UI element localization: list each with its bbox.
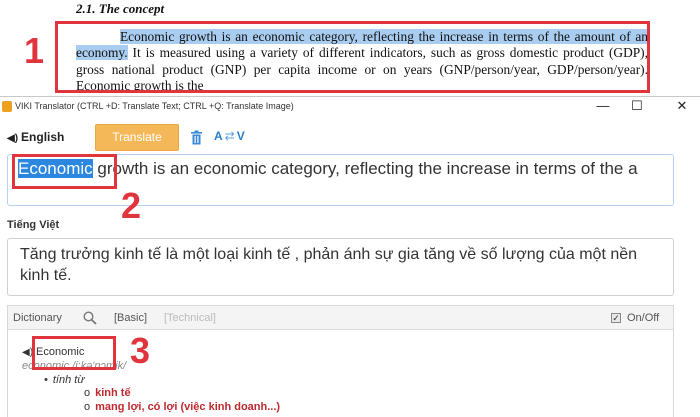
swap-from-label: A bbox=[214, 129, 223, 143]
speaker-icon[interactable]: ◀) bbox=[7, 133, 18, 144]
dictionary-header: Dictionary [Basic] [Technical] ✓ On/Off bbox=[8, 306, 673, 330]
annotation-number-3: 3 bbox=[130, 330, 151, 371]
annotation-number-1: 1 bbox=[24, 30, 45, 71]
title-bar: VIKI Translator (CTRL +D: Translate Text… bbox=[0, 97, 700, 116]
translate-button[interactable]: Translate bbox=[95, 124, 179, 151]
close-button[interactable]: ✕ bbox=[667, 97, 697, 116]
swap-languages-button[interactable]: A ⇄ V bbox=[214, 129, 245, 143]
dictionary-toggle-label: On/Off bbox=[627, 312, 660, 324]
document-heading: 2.1. The concept bbox=[76, 1, 165, 16]
definition-item: o mang lợi, có lợi (việc kinh doanh...) bbox=[84, 401, 281, 413]
source-language-label: English bbox=[21, 130, 65, 144]
translation-output: Tăng trưởng kinh tế là một loại kinh tế … bbox=[7, 238, 674, 296]
tab-basic[interactable]: [Basic] bbox=[114, 312, 147, 324]
source-language-selector[interactable]: ◀) English bbox=[7, 130, 64, 144]
dictionary-toggle-checkbox[interactable]: ✓ bbox=[611, 313, 621, 323]
target-language-label: Tiếng Việt bbox=[7, 219, 60, 231]
definition-item: o kinh tế bbox=[84, 387, 131, 399]
part-of-speech: • tính từ bbox=[44, 374, 85, 386]
annotation-box-1 bbox=[55, 21, 650, 93]
window-title: VIKI Translator (CTRL +D: Translate Text… bbox=[15, 101, 294, 111]
toolbar: ◀) English Translate A ⇄ V bbox=[0, 124, 700, 152]
definition-text: mang lợi, có lợi (việc kinh doanh...) bbox=[95, 401, 281, 413]
definition-text: kinh tế bbox=[95, 387, 131, 399]
dictionary-title: Dictionary bbox=[13, 312, 62, 324]
source-text: growth is an economic category, reflecti… bbox=[92, 159, 638, 178]
trash-icon[interactable] bbox=[190, 130, 203, 145]
maximize-button[interactable]: ☐ bbox=[622, 97, 652, 116]
swap-to-label: V bbox=[236, 129, 245, 143]
annotation-number-2: 2 bbox=[121, 185, 142, 226]
search-icon[interactable] bbox=[82, 310, 98, 326]
minimize-button[interactable]: — bbox=[588, 97, 618, 116]
annotation-box-2 bbox=[12, 154, 117, 189]
swap-arrows-icon: ⇄ bbox=[224, 129, 235, 143]
annotation-box-3 bbox=[32, 336, 116, 370]
tab-technical[interactable]: [Technical] bbox=[164, 312, 216, 324]
app-logo-icon bbox=[2, 101, 12, 112]
part-of-speech-text: tính từ bbox=[52, 374, 85, 386]
